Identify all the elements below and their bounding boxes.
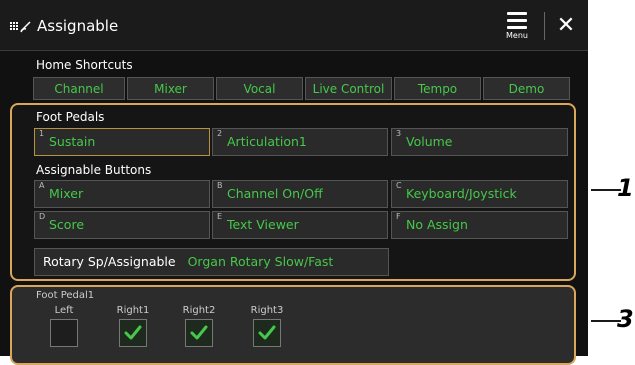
foot-pedal1-label: Foot Pedal1 <box>36 290 95 301</box>
assign-button-f-value: No Assign <box>406 217 468 232</box>
part-right2-label: Right2 <box>182 305 216 316</box>
callout-3: 3 <box>617 305 634 333</box>
assign-button-d-num: D <box>39 212 46 221</box>
check-icon <box>190 325 208 340</box>
foot-pedal-1-num: 1 <box>39 129 45 138</box>
check-icon <box>258 325 276 340</box>
close-button[interactable]: ✕ <box>553 13 579 39</box>
assign-button-e-num: E <box>217 212 223 221</box>
shortcut-live-control[interactable]: Live Control <box>305 77 392 100</box>
foot-pedal-2[interactable]: 2 Articulation1 <box>212 128 388 156</box>
foot-pedal-3-num: 3 <box>396 129 402 138</box>
part-right3: Right3 <box>242 305 292 347</box>
foot-pedal-1[interactable]: 1 Sustain <box>34 128 210 156</box>
assign-button-f[interactable]: F No Assign <box>391 211 568 239</box>
part-right1-checkbox[interactable] <box>119 319 147 347</box>
assign-button-a[interactable]: A Mixer <box>34 180 210 208</box>
foot-pedals-label: Foot Pedals <box>36 110 105 124</box>
part-left-checkbox[interactable] <box>50 319 78 347</box>
assign-button-c-num: C <box>396 181 402 190</box>
part-left-label: Left <box>54 305 74 316</box>
check-icon <box>124 325 142 340</box>
part-right1: Right1 <box>108 305 158 347</box>
foot-pedal-2-num: 2 <box>217 129 223 138</box>
page-title: Assignable <box>37 17 119 35</box>
divider <box>544 12 545 40</box>
close-icon: ✕ <box>556 13 576 38</box>
rotary-value: Organ Rotary Slow/Fast <box>187 254 334 269</box>
assign-button-e-value: Text Viewer <box>227 217 299 232</box>
assignable-buttons-label: Assignable Buttons <box>36 163 152 177</box>
foot-pedal-3[interactable]: 3 Volume <box>391 128 568 156</box>
menu-button[interactable]: Menu <box>500 8 534 46</box>
assign-button-c[interactable]: C Keyboard/Joystick <box>391 180 568 208</box>
title-bar: Assignable Menu ✕ <box>0 0 588 51</box>
shortcut-mixer[interactable]: Mixer <box>127 77 214 100</box>
foot-pedal-3-value: Volume <box>406 134 453 149</box>
callout-1: 1 <box>617 174 634 202</box>
shortcut-channel-on-off[interactable]: Channel On/Off <box>33 77 125 119</box>
shortcut-vocal-harmony[interactable]: Vocal Harmony <box>216 77 303 119</box>
foot-pedal-1-value: Sustain <box>49 134 96 149</box>
assign-button-a-num: A <box>39 181 45 190</box>
assign-button-c-value: Keyboard/Joystick <box>406 186 517 201</box>
assign-button-f-num: F <box>396 212 401 221</box>
part-left: Left <box>39 305 89 347</box>
assign-button-b-value: Channel On/Off <box>227 186 323 201</box>
shortcut-tempo[interactable]: Tempo <box>394 77 481 100</box>
shortcut-demo[interactable]: Demo <box>483 77 570 100</box>
part-right2-checkbox[interactable] <box>185 319 213 347</box>
part-right3-label: Right3 <box>250 305 284 316</box>
part-right3-checkbox[interactable] <box>253 319 281 347</box>
home-shortcuts-label: Home Shortcuts <box>36 58 133 72</box>
foot-pedal1-panel <box>10 285 576 365</box>
assign-button-d-value: Score <box>49 217 85 232</box>
assign-button-b-num: B <box>217 181 223 190</box>
home-shortcuts-tabs: Channel On/Off Mixer Vocal Harmony Live … <box>33 77 572 119</box>
assign-button-b[interactable]: B Channel On/Off <box>212 180 388 208</box>
assign-button-a-value: Mixer <box>49 186 84 201</box>
assign-button-e[interactable]: E Text Viewer <box>212 211 388 239</box>
assign-button-d[interactable]: D Score <box>34 211 210 239</box>
rotary-sp-assignable[interactable]: Rotary Sp/Assignable Organ Rotary Slow/Fa… <box>34 248 389 276</box>
assign-icon <box>10 20 32 37</box>
part-right2: Right2 <box>174 305 224 347</box>
assignable-screen: Assignable Menu ✕ Home Shortcuts Channel… <box>0 0 588 365</box>
menu-label: Menu <box>506 31 528 40</box>
menu-icon <box>507 12 527 29</box>
foot-pedal-2-value: Articulation1 <box>227 134 307 149</box>
rotary-label: Rotary Sp/Assignable <box>43 254 176 269</box>
part-right1-label: Right1 <box>116 305 150 316</box>
